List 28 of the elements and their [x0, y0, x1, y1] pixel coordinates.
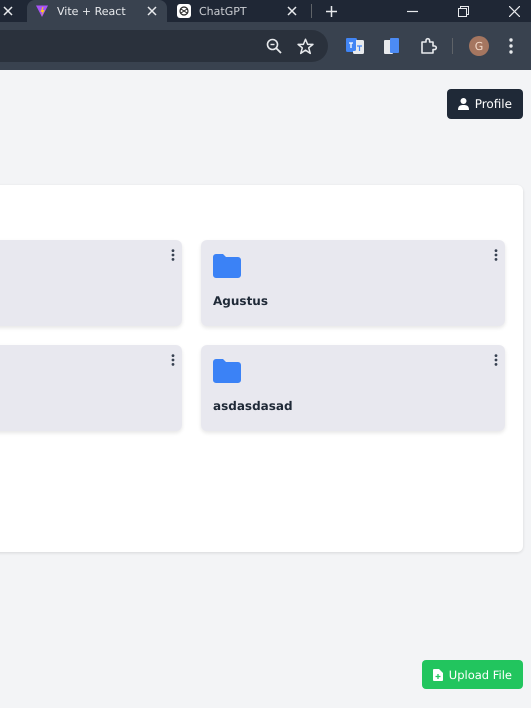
documents-icon[interactable]	[384, 37, 400, 55]
translate-icon[interactable]	[346, 37, 364, 55]
folder-card[interactable]: Agustus	[201, 240, 505, 326]
more-icon[interactable]	[494, 249, 498, 261]
browser-tab[interactable]: ChatGPT	[167, 0, 307, 22]
more-icon[interactable]	[171, 249, 175, 261]
browser-tab[interactable]: Vite + React	[27, 0, 167, 22]
folder-name: Agustus	[213, 294, 268, 308]
more-icon[interactable]	[171, 354, 175, 366]
close-icon[interactable]	[509, 6, 520, 16]
profile-button[interactable]: Profile	[446, 89, 523, 119]
restore-icon[interactable]	[458, 6, 469, 16]
more-icon[interactable]	[494, 354, 498, 366]
close-icon[interactable]	[3, 6, 13, 16]
puzzle-icon[interactable]	[420, 37, 438, 55]
close-icon[interactable]	[287, 6, 297, 16]
folder-icon	[213, 254, 241, 278]
user-icon	[458, 98, 469, 110]
zoom-icon[interactable]	[266, 38, 282, 54]
folder-icon	[213, 359, 241, 383]
close-icon[interactable]	[147, 6, 157, 16]
file-icon	[432, 668, 443, 680]
lightning-logo-icon	[35, 4, 49, 18]
plus-icon[interactable]	[326, 6, 337, 16]
folder-card[interactable]: asdasdasad	[201, 345, 505, 431]
menu-icon[interactable]	[509, 38, 513, 54]
star-icon[interactable]	[297, 38, 314, 54]
folder-name: asdasdasad	[213, 399, 293, 413]
